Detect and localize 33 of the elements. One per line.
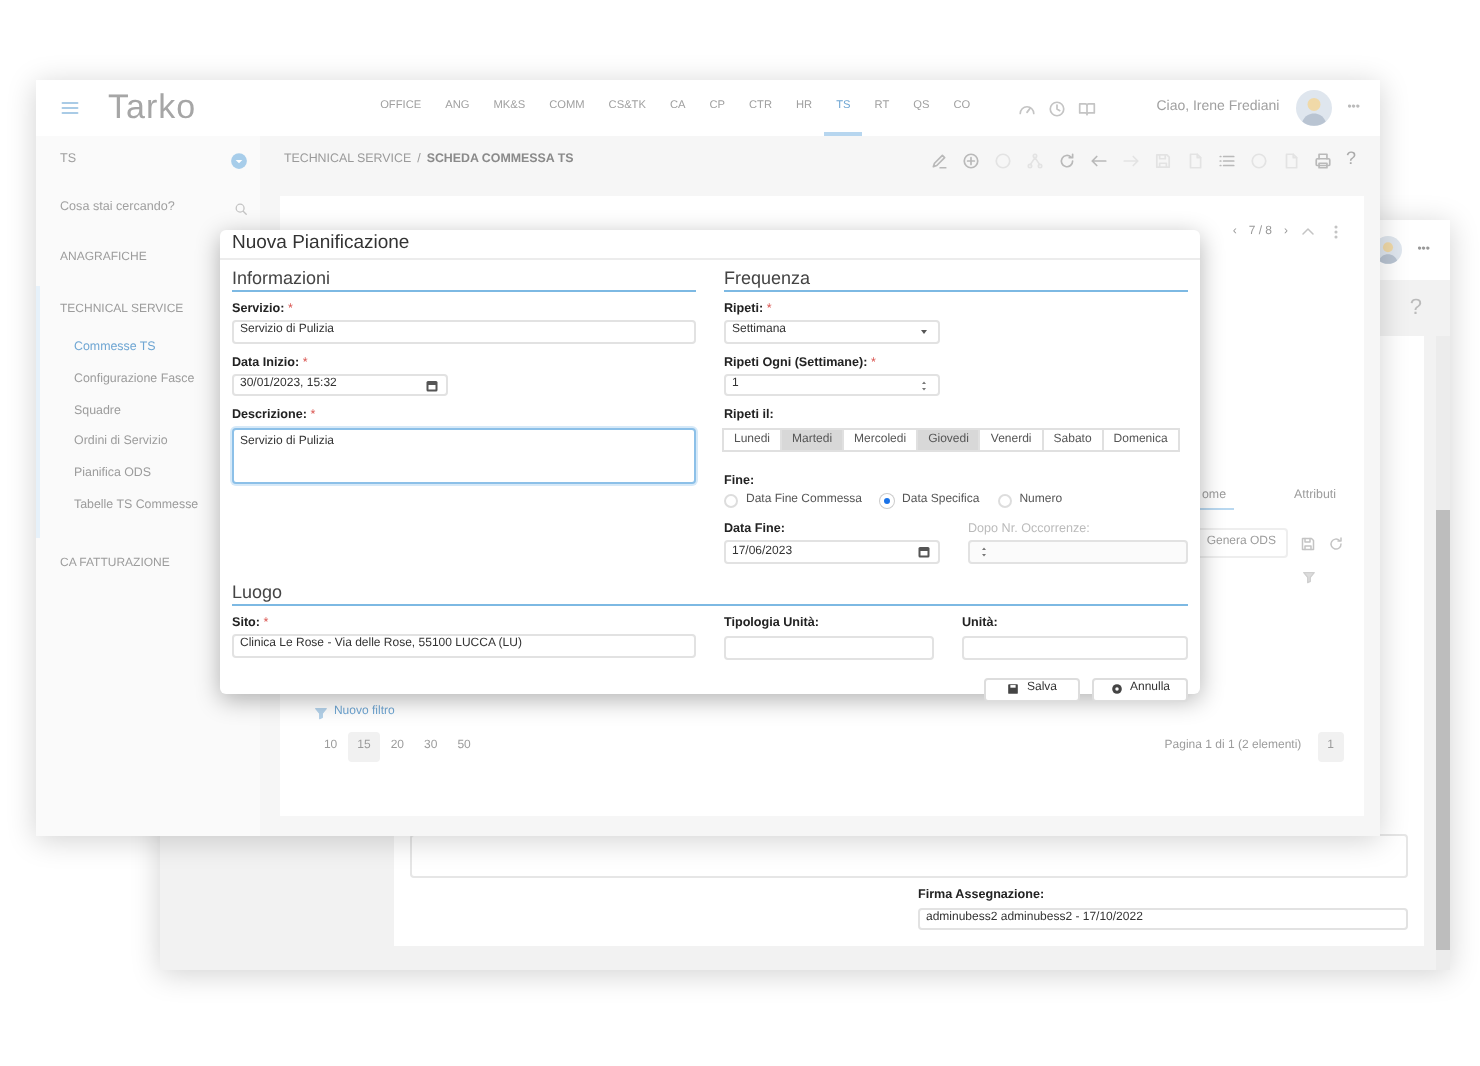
radio-button[interactable] bbox=[997, 494, 1012, 509]
menu-icon[interactable] bbox=[60, 98, 80, 118]
section-heading: Informazioni bbox=[232, 270, 696, 292]
book-icon[interactable] bbox=[1078, 99, 1097, 117]
radio-button[interactable] bbox=[724, 494, 738, 509]
printer-icon[interactable] bbox=[1313, 151, 1332, 169]
logo: Tarko bbox=[108, 86, 197, 131]
calendar-icon[interactable] bbox=[916, 544, 932, 561]
help-button[interactable]: ? bbox=[1345, 146, 1356, 174]
help-button[interactable]: ? bbox=[1409, 291, 1422, 325]
add-icon[interactable] bbox=[961, 151, 980, 169]
scrollbar[interactable] bbox=[1436, 336, 1450, 970]
text-field[interactable] bbox=[962, 636, 1188, 660]
save-icon[interactable] bbox=[1300, 535, 1316, 551]
collapse-icon[interactable] bbox=[1300, 224, 1316, 240]
section-heading: Frequenza bbox=[724, 270, 1188, 292]
search-icon[interactable] bbox=[233, 201, 248, 215]
refresh-icon[interactable] bbox=[1328, 535, 1344, 551]
calendar-icon[interactable] bbox=[424, 377, 440, 394]
dropdown-icon[interactable] bbox=[229, 151, 248, 169]
edit-icon[interactable] bbox=[929, 151, 948, 169]
dialog-title: Nuova Pianificazione bbox=[220, 230, 1200, 260]
spinner-icon[interactable] bbox=[916, 377, 932, 394]
user-avatar[interactable] bbox=[1295, 90, 1332, 126]
filter-icon[interactable] bbox=[313, 705, 328, 719]
section-heading: Luogo bbox=[232, 583, 1188, 606]
list-icon[interactable] bbox=[1217, 151, 1236, 169]
arrow-left-icon[interactable] bbox=[1089, 151, 1108, 169]
refresh-icon[interactable] bbox=[1057, 151, 1076, 169]
text-field[interactable] bbox=[724, 636, 934, 660]
clock-icon[interactable] bbox=[1048, 99, 1067, 117]
filter-icon[interactable] bbox=[1302, 569, 1316, 583]
save-icon bbox=[1006, 682, 1021, 697]
